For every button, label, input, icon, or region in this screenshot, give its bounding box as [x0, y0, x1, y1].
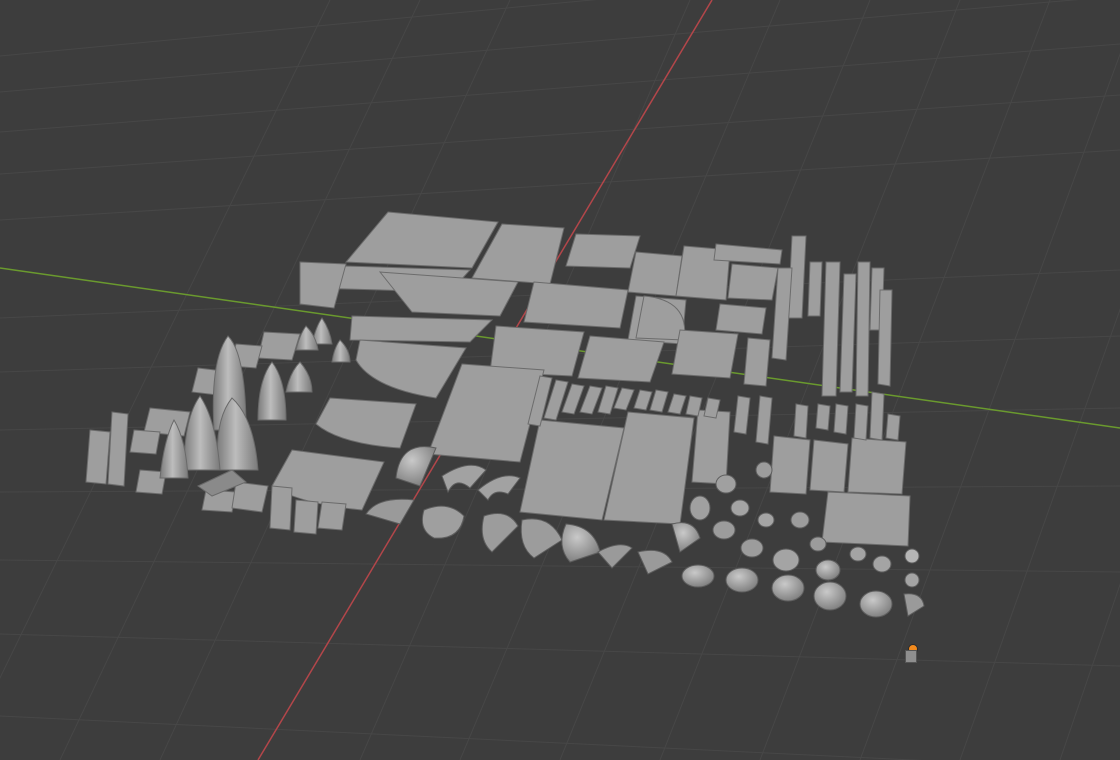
origin-object[interactable]	[905, 650, 917, 663]
3d-viewport[interactable]	[0, 0, 1120, 760]
mesh-collection[interactable]	[85, 211, 911, 547]
floor-grid	[0, 0, 1120, 760]
scene-canvas[interactable]	[0, 0, 1120, 760]
